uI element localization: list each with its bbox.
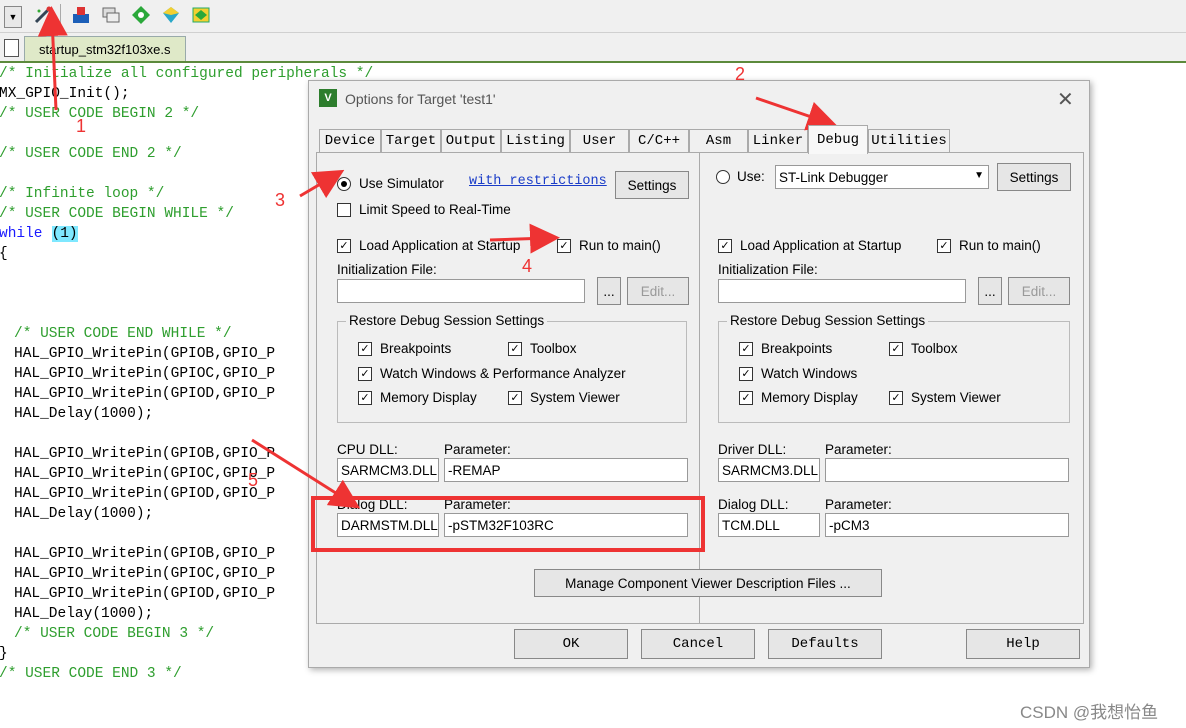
tab-debug[interactable]: Debug xyxy=(808,125,868,154)
arrow-4 xyxy=(489,223,560,254)
annotation-5: 5 xyxy=(248,470,259,490)
annotation-1: 1 xyxy=(76,116,87,136)
arrow-3 xyxy=(299,169,345,199)
arrow-1 xyxy=(37,6,68,111)
arrow-5 xyxy=(251,438,361,509)
annotation-arrows xyxy=(37,6,838,509)
annotation-2: 2 xyxy=(735,64,746,84)
watermark: CSDN @我想怡鱼 xyxy=(1020,703,1159,722)
annotation-4: 4 xyxy=(522,256,533,276)
highlight-box xyxy=(311,496,705,552)
annotation-3: 3 xyxy=(275,190,286,210)
arrow-2 xyxy=(755,96,838,131)
